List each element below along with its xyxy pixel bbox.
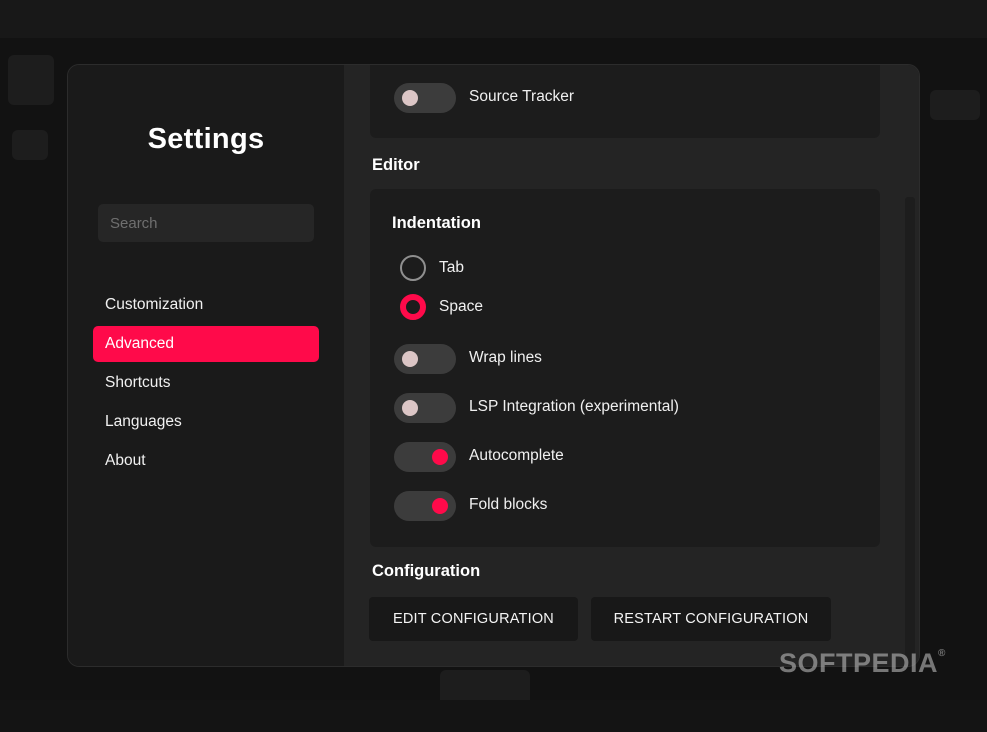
nav-item-customization[interactable]: Customization <box>93 287 319 323</box>
background-titlebar <box>0 0 987 38</box>
toggle-knob <box>402 400 418 416</box>
source-tracker-label: Source Tracker <box>469 88 575 105</box>
edit-configuration-button[interactable]: EDIT CONFIGURATION <box>369 597 578 641</box>
watermark-logo: SOFTPEDIA® <box>779 648 946 679</box>
settings-title: Settings <box>147 123 265 155</box>
search-input[interactable] <box>98 204 314 242</box>
indent-tab-radio[interactable] <box>400 255 426 281</box>
wrap-lines-label: Wrap lines <box>469 349 542 366</box>
indent-tab-label: Tab <box>439 259 464 276</box>
wrap-lines-toggle[interactable] <box>394 344 456 374</box>
nav-item-about[interactable]: About <box>93 443 319 479</box>
nav-item-shortcuts[interactable]: Shortcuts <box>93 365 319 401</box>
settings-nav: Customization Advanced Shortcuts Languag… <box>93 287 319 482</box>
lsp-integration-toggle[interactable] <box>394 393 456 423</box>
toggle-knob <box>432 449 448 465</box>
indent-space-radio[interactable] <box>400 294 426 320</box>
content-scrollbar[interactable] <box>905 197 915 666</box>
registered-mark: ® <box>938 648 946 659</box>
watermark-text: SOFTPEDIA <box>779 648 939 678</box>
editor-section-title: Editor <box>372 156 420 174</box>
nav-item-advanced[interactable]: Advanced <box>93 326 319 362</box>
lsp-integration-label: LSP Integration (experimental) <box>469 398 679 415</box>
editor-card: Indentation Tab Space Wrap lines LSP Int… <box>370 189 880 547</box>
fold-blocks-label: Fold blocks <box>469 496 548 513</box>
nav-item-languages[interactable]: Languages <box>93 404 319 440</box>
settings-sidebar: Settings Customization Advanced Shortcut… <box>68 65 344 666</box>
settings-content: Source Tracker Editor Indentation Tab Sp… <box>344 65 919 666</box>
source-tracker-card: Source Tracker <box>370 65 880 138</box>
background-panel <box>930 90 980 120</box>
autocomplete-toggle[interactable] <box>394 442 456 472</box>
source-tracker-toggle[interactable] <box>394 83 456 113</box>
autocomplete-label: Autocomplete <box>469 447 564 464</box>
fold-blocks-toggle[interactable] <box>394 491 456 521</box>
toggle-knob <box>402 351 418 367</box>
indentation-title: Indentation <box>392 214 481 232</box>
toggle-knob <box>402 90 418 106</box>
background-icon <box>8 55 54 105</box>
settings-dialog: Settings Customization Advanced Shortcut… <box>67 64 920 667</box>
indent-space-label: Space <box>439 298 483 315</box>
restart-configuration-button[interactable]: RESTART CONFIGURATION <box>591 597 831 641</box>
toggle-knob <box>432 498 448 514</box>
configuration-section-title: Configuration <box>372 562 481 580</box>
background-statusbar <box>0 700 987 732</box>
background-icon <box>12 130 48 160</box>
